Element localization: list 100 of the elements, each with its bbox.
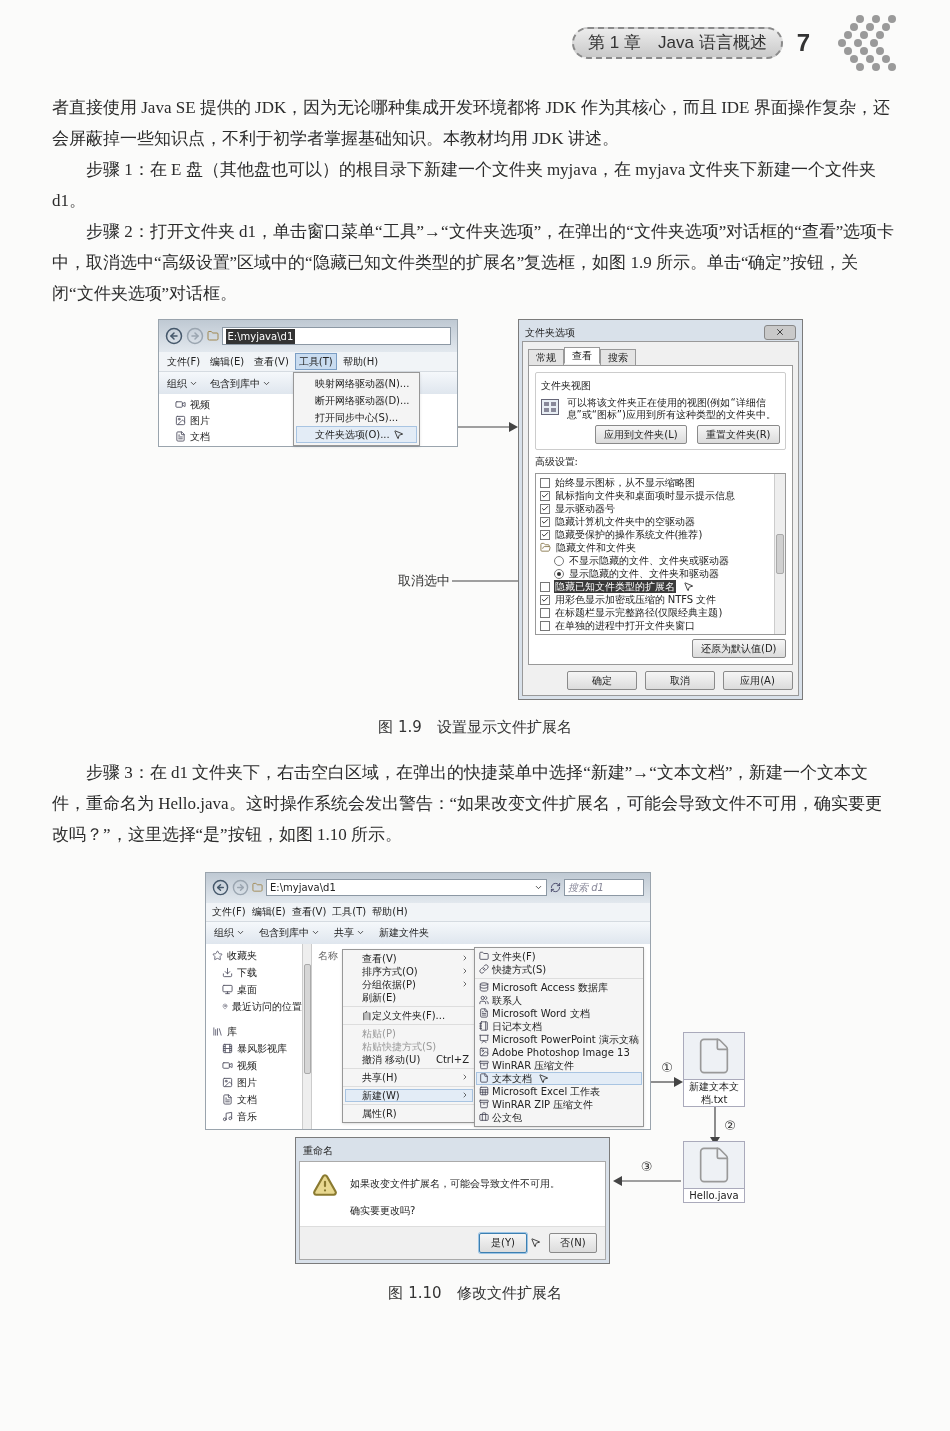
sidebar-item[interactable]: 下载 [212,964,302,980]
menu-item[interactable]: 工具(T) [294,353,337,370]
sidebar-item[interactable]: 桌面 [212,981,302,997]
sidebar-item[interactable]: 视频 [212,1057,302,1073]
checkbox[interactable] [539,594,550,605]
menu-item[interactable]: WinRAR ZIP 压缩文件 [476,1097,642,1111]
setting-label[interactable]: 显示驱动器号 [553,502,616,515]
radio-button[interactable] [553,555,564,566]
sidebar-item[interactable]: 暴风影视库 [212,1040,302,1056]
menu-item[interactable]: 属性(R) [345,1106,473,1120]
menu-item[interactable]: 公文包 [476,1110,642,1124]
file-name[interactable]: 新建文本文档.txt [684,1078,744,1106]
setting-label[interactable]: 不显示隐藏的文件、文件夹或驱动器 [567,554,730,567]
file-name[interactable]: Hello.java [684,1187,744,1202]
close-button[interactable] [763,324,796,340]
refresh-icon[interactable] [550,882,561,893]
checkbox[interactable] [539,607,550,618]
tab[interactable]: 查看 [563,347,600,364]
menu-item[interactable]: 查看(V) [250,353,293,370]
menu-item[interactable]: 分组依据(P) [345,977,473,991]
toolbar-button[interactable]: 共享 [334,925,365,940]
sidebar-item[interactable]: 音乐 [212,1108,302,1124]
setting-label[interactable]: 隐藏计算机文件夹中的空驱动器 [553,515,696,528]
setting-label[interactable]: 鼠标指向文件夹和桌面项时显示提示信息 [553,489,736,502]
menu-item[interactable]: 日记本文档 [476,1019,642,1033]
search-field[interactable]: 搜索 d1 [564,879,644,896]
monitor-icon [222,983,233,995]
checkbox[interactable] [539,503,550,514]
menu-item[interactable]: 编辑(E) [251,904,286,919]
menu-item[interactable]: 联系人 [476,993,642,1007]
menu-item[interactable]: WinRAR 压缩文件 [476,1058,642,1072]
dialog-button[interactable]: 是(Y) [479,1232,527,1253]
dialog-button[interactable]: 否(N) [549,1232,597,1253]
menu-item[interactable]: 映射网络驱动器(N)... [295,375,417,392]
menu-item[interactable]: Adobe Photoshop Image 13 [476,1045,642,1059]
menu-item[interactable]: Microsoft Word 文档 [476,1006,642,1020]
menu-item[interactable]: 刷新(E) [345,990,473,1004]
menu-item[interactable]: 帮助(H) [338,353,383,370]
setting-label[interactable]: 用彩色显示加密或压缩的 NTFS 文件 [553,593,718,606]
menu-item[interactable]: 断开网络驱动器(D)... [295,392,417,409]
toolbar-button[interactable]: 包含到库中 [209,375,271,391]
menu-item[interactable]: 文件夹(F) [476,949,642,963]
menu-item[interactable]: Microsoft Access 数据库 [476,980,642,994]
dialog-question: 确实要更改吗? [350,1203,417,1218]
setting-label[interactable]: 在标题栏显示完整路径(仅限经典主题) [553,606,724,619]
checkbox[interactable] [539,529,550,540]
back-icon[interactable] [212,879,229,896]
menu-item[interactable]: 文件(F) [162,353,205,370]
menu-item[interactable]: 文本文档 [476,1071,642,1085]
sidebar-item[interactable]: 库 [212,1023,302,1039]
menu-item[interactable]: 排序方式(O) [345,964,473,978]
menu-item[interactable]: 撤消 移动(U) Ctrl+Z [345,1052,473,1066]
sidebar-item[interactable]: 图片 [212,1074,302,1090]
dialog-button[interactable]: 重置文件夹(R) [696,425,780,444]
menu-item[interactable]: 查看(V) [345,951,473,965]
checkbox[interactable] [539,620,550,631]
menu-item[interactable]: Microsoft PowerPoint 演示文稿 [476,1032,642,1046]
setting-label[interactable]: 隐藏受保护的操作系统文件(推荐) [553,528,704,541]
menu-item[interactable]: 打开同步中心(S)... [295,409,417,426]
sidebar-item[interactable]: 文档 [174,429,210,444]
dialog-button[interactable]: 应用到文件夹(L) [595,425,687,444]
dialog-button[interactable]: 确定 [566,671,637,690]
menu-item[interactable]: 新建(W) [345,1088,473,1102]
menu-item[interactable]: 文件(F) [212,904,246,919]
setting-label[interactable]: 显示隐藏的文件、文件夹和驱动器 [567,567,720,580]
menu-item[interactable]: 工具(T) [332,904,367,919]
sidebar-item[interactable]: 最近访问的位置 [212,998,302,1014]
menu-item[interactable]: Microsoft Excel 工作表 [476,1084,642,1098]
sidebar-item[interactable]: 收藏夹 [212,947,302,963]
toolbar-button[interactable]: 组织 [166,375,198,391]
setting-label[interactable]: 始终显示图标，从不显示缩略图 [553,476,696,489]
address-field[interactable]: E:\myjava\d1 [221,327,451,345]
menu-item[interactable]: 帮助(H) [372,904,408,919]
menu-item[interactable]: 快捷方式(S) [476,962,642,976]
address-field[interactable]: E:\myjava\d1 [266,879,547,896]
dialog-button[interactable]: 应用(A) [722,671,793,690]
back-icon[interactable] [164,327,183,345]
checkbox[interactable] [539,516,550,527]
sidebar-item[interactable]: 图片 [174,413,210,428]
setting-label[interactable]: 在单独的进程中打开文件夹窗口 [553,619,696,632]
sidebar-item[interactable]: 视频 [174,397,210,412]
radio-button[interactable] [553,568,564,579]
setting-label[interactable]: 隐藏文件和文件夹 [554,541,637,554]
dialog-button[interactable]: 取消 [644,671,715,690]
tab[interactable]: 搜索 [599,349,636,366]
menu-item[interactable]: 共享(H) [345,1070,473,1084]
menu-item[interactable]: 文件夹选项(O)... [295,426,417,443]
checkbox[interactable] [539,490,550,501]
checkbox[interactable] [539,581,550,592]
toolbar-button[interactable]: 包含到库中 [259,925,320,940]
menu-item[interactable]: 编辑(E) [206,353,249,370]
toolbar-button[interactable]: 组织 [214,925,245,940]
tab[interactable]: 常规 [527,349,564,366]
sidebar-item[interactable]: 文档 [212,1091,302,1107]
menu-item[interactable]: 自定义文件夹(F)... [345,1008,473,1022]
restore-button[interactable]: 还原为默认值(D) [692,639,786,658]
toolbar-button[interactable]: 新建文件夹 [379,925,429,940]
setting-label[interactable]: 隐藏已知文件类型的扩展名 [553,580,676,593]
menu-item[interactable]: 查看(V) [291,904,327,919]
checkbox[interactable] [539,477,550,488]
